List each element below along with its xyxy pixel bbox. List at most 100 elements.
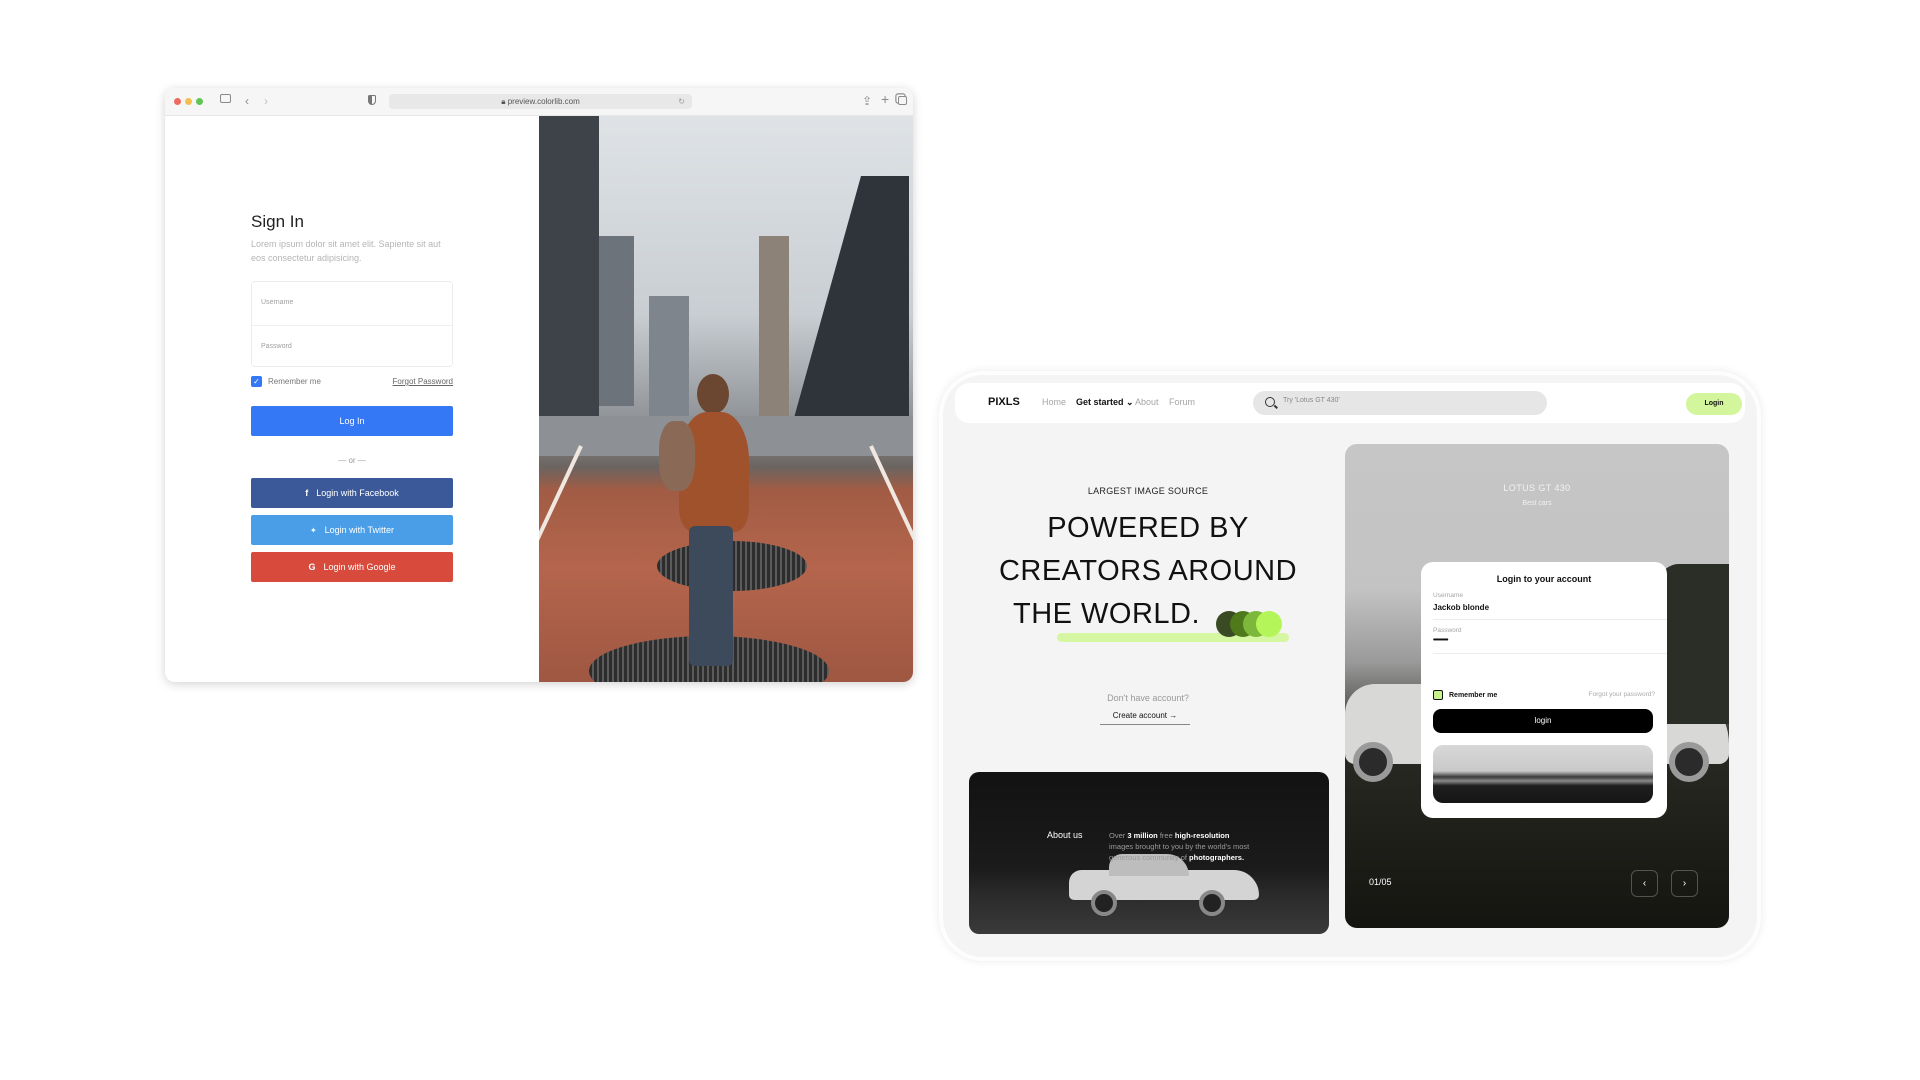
remember-checkbox[interactable]: ✓	[251, 376, 262, 387]
share-icon[interactable]: ⇪	[862, 93, 872, 109]
nav-about[interactable]: About	[1135, 397, 1159, 407]
nav-get-started-label: Get started	[1076, 397, 1124, 407]
nav-forum[interactable]: Forum	[1169, 397, 1195, 407]
showcase-title: LOTUS GT 430	[1503, 483, 1571, 493]
showcase-subtitle: Best cars	[1522, 500, 1552, 507]
username-field[interactable]: Jackob blonde	[1433, 603, 1489, 612]
search-input[interactable]: Try 'Lotus GT 430'	[1253, 391, 1547, 415]
lane-line	[539, 445, 583, 682]
about-text-part: free	[1157, 831, 1175, 840]
building	[599, 236, 634, 406]
browser-toolbar: ‹ › 🔒︎ preview.colorlib.com ↻ ⇪ +	[165, 88, 913, 116]
reload-icon[interactable]: ↻	[678, 94, 685, 109]
nav-get-started[interactable]: Get started ⌄	[1076, 397, 1134, 408]
about-text-bold: high-resolution	[1174, 831, 1230, 840]
remember-label: Remember me	[268, 377, 321, 386]
building	[759, 236, 789, 436]
create-account-link[interactable]: Create account →	[1100, 711, 1190, 725]
forward-icon[interactable]: ›	[264, 93, 268, 109]
remember-label: Remember me	[1449, 691, 1498, 699]
forgot-password-link[interactable]: Forgot Password	[393, 377, 453, 386]
credentials-box: Username Password	[251, 281, 453, 367]
about-us-panel: About us Over 3 million free high-resolu…	[969, 772, 1329, 934]
prev-slide-button[interactable]: ‹	[1631, 870, 1658, 897]
car-thumbnail	[1433, 745, 1653, 803]
divider	[1433, 653, 1667, 654]
hero-line-1: POWERED BY	[1047, 512, 1249, 544]
login-card: Login to your account Username Jackob bl…	[1421, 562, 1667, 818]
or-divider: — or —	[338, 456, 366, 465]
remember-me[interactable]: Remember me	[1433, 690, 1497, 700]
nav-login-button[interactable]: Login	[1686, 393, 1742, 415]
divider	[1433, 619, 1667, 620]
remember-checkbox[interactable]	[1433, 690, 1443, 700]
car-wheel	[1199, 890, 1225, 916]
slide-counter: 01/05	[1369, 877, 1392, 887]
signin-page: Sign In Lorem ipsum dolor sit amet elit.…	[165, 116, 913, 682]
person-legs	[689, 526, 733, 666]
page-title: Sign In	[251, 212, 304, 231]
maximize-window-button[interactable]	[196, 98, 203, 105]
hero-heading: POWERED BY CREATORS AROUND THE WORLD.	[943, 507, 1353, 636]
street-photo	[539, 116, 913, 682]
building-left	[539, 116, 599, 416]
username-label: Username	[1433, 592, 1463, 599]
lane-line	[869, 445, 913, 682]
google-login-button[interactable]: G Login with Google	[251, 552, 453, 582]
about-text-bold: photographers.	[1189, 853, 1245, 862]
close-window-button[interactable]	[174, 98, 181, 105]
google-icon: G	[308, 562, 316, 572]
tablet-device: PIXLS Home Get started ⌄ About Forum Try…	[943, 375, 1757, 957]
building-right	[789, 176, 909, 436]
password-field[interactable]: ••••••••••	[1433, 637, 1448, 644]
twitter-login-button[interactable]: ✦ Login with Twitter	[251, 515, 453, 545]
page-subtitle: Lorem ipsum dolor sit amet elit. Sapient…	[251, 239, 441, 263]
forgot-password-link[interactable]: Forgot your password?	[1589, 691, 1655, 698]
minimize-window-button[interactable]	[185, 98, 192, 105]
no-account-text: Don't have account?	[1107, 693, 1189, 703]
car-wheel	[1091, 890, 1117, 916]
facebook-label: Login with Facebook	[316, 488, 399, 498]
backpack	[659, 421, 695, 491]
facebook-login-button[interactable]: f Login with Facebook	[251, 478, 453, 508]
password-label: Password	[1433, 627, 1462, 634]
about-us-title: About us	[1047, 830, 1083, 840]
google-label: Login with Google	[323, 562, 396, 572]
browser-window: ‹ › 🔒︎ preview.colorlib.com ↻ ⇪ + Sign I…	[165, 88, 913, 682]
circle-dot	[1256, 611, 1282, 637]
chevron-left-icon: ‹	[1642, 878, 1647, 889]
login-button[interactable]: Log In	[251, 406, 453, 436]
new-tab-icon[interactable]: +	[881, 91, 889, 107]
tabs-icon[interactable]	[898, 96, 907, 105]
facebook-icon: f	[305, 488, 309, 498]
pixls-logo[interactable]: PIXLS	[988, 396, 1020, 408]
search-icon	[1265, 397, 1275, 407]
chevron-right-icon: ›	[1682, 878, 1687, 889]
sidebar-icon[interactable]	[220, 94, 231, 103]
about-text-bold: 3 million	[1127, 831, 1158, 840]
remember-me[interactable]: ✓ Remember me	[251, 376, 321, 387]
next-slide-button[interactable]: ›	[1671, 870, 1698, 897]
hero-line-3: THE WORLD.	[1013, 598, 1201, 630]
shield-icon[interactable]	[368, 95, 376, 105]
login-card-title: Login to your account	[1496, 574, 1592, 584]
nav-home[interactable]: Home	[1042, 397, 1066, 407]
back-icon[interactable]: ‹	[245, 93, 249, 109]
about-text-part: Over	[1109, 831, 1128, 840]
twitter-icon: ✦	[309, 526, 317, 535]
car-wheel	[1669, 742, 1709, 782]
color-circles	[1216, 611, 1286, 637]
twitter-label: Login with Twitter	[324, 525, 395, 535]
chevron-down-icon: ⌄	[1126, 397, 1134, 407]
card-login-button[interactable]: login	[1433, 709, 1653, 733]
about-us-text: Over 3 million free high-resolution imag…	[1109, 830, 1254, 863]
password-input[interactable]: Password	[252, 325, 452, 368]
address-bar[interactable]: 🔒︎ preview.colorlib.com ↻	[389, 94, 692, 109]
car-wheel	[1353, 742, 1393, 782]
url-text: preview.colorlib.com	[507, 97, 580, 106]
top-navbar: PIXLS Home Get started ⌄ About Forum Try…	[955, 383, 1745, 423]
person-head	[697, 374, 729, 414]
hero-eyebrow: LARGEST IMAGE SOURCE	[1087, 486, 1209, 496]
search-placeholder: Try 'Lotus GT 430'	[1283, 397, 1340, 404]
username-input[interactable]: Username	[252, 282, 452, 325]
